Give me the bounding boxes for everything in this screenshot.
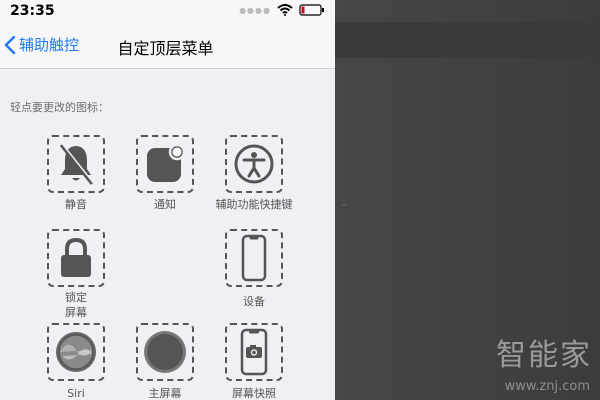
tile-notifications-label: 通知: [154, 198, 176, 211]
tile-notifications[interactable]: [136, 135, 194, 193]
tile-accessibility-shortcut-label: 辅助功能快捷键: [215, 198, 293, 211]
tile-lock-screen-label: 锁定 屏幕: [65, 291, 87, 319]
status-icons: ●●●●: [239, 4, 325, 16]
tile-screenshot-label: 屏幕快照: [232, 387, 276, 400]
iphone-icon: [241, 234, 267, 282]
tile-mute-label: 静音: [65, 198, 87, 211]
background-strip: [335, 22, 600, 58]
tile-mute[interactable]: [47, 135, 105, 193]
tile-screenshot[interactable]: [225, 323, 283, 381]
lock-icon: [61, 237, 91, 277]
tile-siri[interactable]: [47, 323, 105, 381]
tile-lock-screen[interactable]: [47, 229, 105, 287]
phone-screen: 23:35 ●●●● 辅助触控 自定顶层菜单 轻点要更改的图标： 静音 通知 辅…: [0, 0, 335, 400]
navigation-bar: 辅助触控 自定顶层菜单: [0, 22, 335, 69]
status-time: 23:35: [10, 3, 55, 19]
wifi-icon: [277, 4, 293, 16]
notification-icon: [147, 143, 186, 182]
home-button-icon: [144, 331, 186, 373]
bell-slash-icon: [59, 143, 95, 185]
tile-home-label: 主屏幕: [148, 387, 182, 400]
watermark-brand: 智能家: [496, 338, 592, 373]
signal-icon: ●●●●: [239, 5, 271, 15]
tile-siri-label: Siri: [67, 387, 85, 400]
tile-accessibility-shortcut[interactable]: [225, 135, 283, 193]
siri-icon: [56, 332, 96, 372]
tile-device[interactable]: [225, 229, 283, 287]
chevron-up-icon: ⌃: [340, 203, 349, 214]
battery-icon: [299, 4, 324, 16]
page-title: 自定顶层菜单: [0, 35, 335, 59]
tile-device-label: 设备: [243, 295, 265, 308]
status-bar: 23:35 ●●●●: [0, 0, 335, 22]
tile-home[interactable]: [136, 323, 194, 381]
accessibility-icon: [234, 144, 274, 184]
page-title-text: 自定顶层菜单: [117, 39, 214, 58]
screenshot-icon: [240, 328, 268, 376]
watermark-url: www.znj.com: [504, 379, 590, 394]
section-label: 轻点要更改的图标：: [10, 101, 109, 114]
